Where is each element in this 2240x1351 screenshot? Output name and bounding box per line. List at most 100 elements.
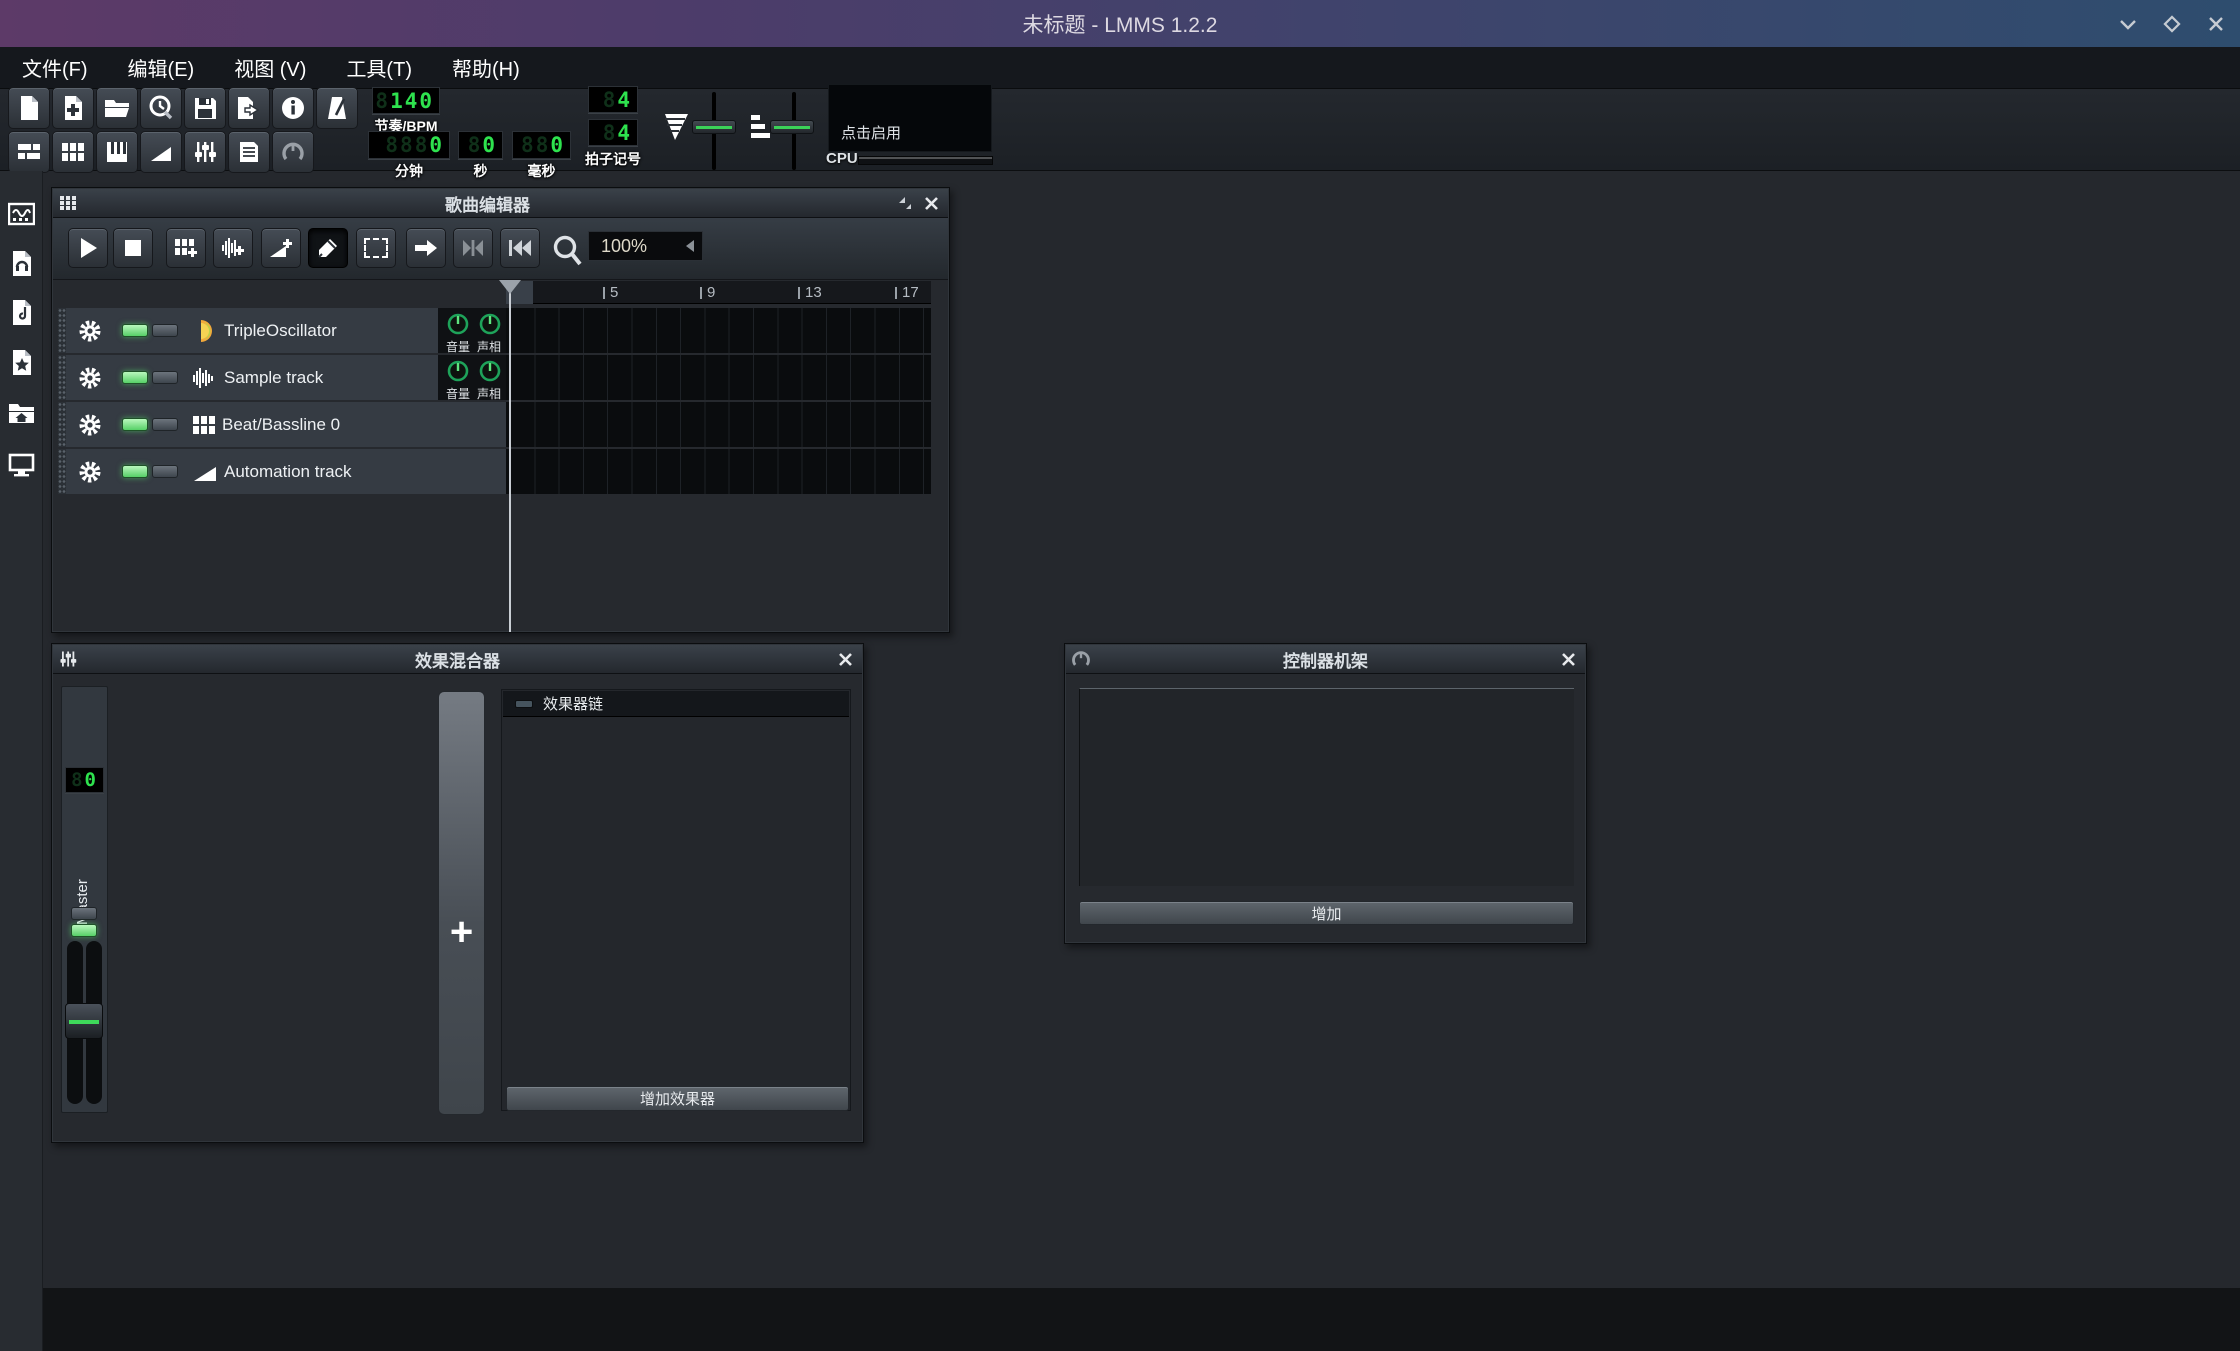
track-mute-led[interactable]	[122, 371, 148, 384]
pan-knob[interactable]	[478, 312, 502, 336]
track-mute-led[interactable]	[122, 465, 148, 478]
track-name[interactable]: Beat/Bassline 0	[222, 415, 340, 435]
sidebar-item-samples[interactable]	[8, 250, 35, 277]
follow-playback-button[interactable]	[406, 228, 446, 268]
track-mute-led[interactable]	[122, 418, 148, 431]
track-segment-area[interactable]	[506, 449, 931, 494]
fx-channel-master[interactable]: 80 Master	[61, 686, 108, 1113]
toggle-automation-editor-button[interactable]	[140, 131, 182, 173]
menu-file[interactable]: 文件(F)	[16, 49, 94, 86]
track-header-tripleoscillator[interactable]: TripleOscillator	[66, 308, 438, 353]
fx-mixer-close-button[interactable]	[832, 647, 858, 671]
toggle-piano-roll-button[interactable]	[96, 131, 138, 173]
sample-track-icon[interactable]	[192, 365, 218, 391]
metronome-button[interactable]	[316, 87, 358, 129]
add-automation-track-button[interactable]	[261, 228, 301, 268]
timesig-denominator-display[interactable]: 84	[588, 119, 638, 146]
track-segment-area[interactable]	[506, 308, 931, 353]
timeline[interactable]: 5 9 13 17	[506, 281, 931, 304]
track-solo-led[interactable]	[152, 465, 178, 478]
bpm-display[interactable]: 8140	[372, 87, 440, 114]
sidebar-item-presets[interactable]	[8, 349, 35, 376]
track-header-sample-track[interactable]: Sample track	[66, 355, 438, 400]
song-editor-close-button[interactable]	[918, 191, 944, 215]
timesig-numerator-display[interactable]: 84	[588, 86, 638, 113]
master-fader[interactable]	[65, 1003, 103, 1039]
toggle-controller-rack-button[interactable]	[272, 131, 314, 173]
add-bb-track-button[interactable]	[166, 228, 206, 268]
sidebar-item-computer[interactable]	[8, 451, 35, 478]
new-project-button[interactable]	[8, 87, 50, 129]
controller-rack-titlebar[interactable]: 控制器机架	[1066, 645, 1585, 674]
project-notes-button[interactable]	[228, 131, 270, 173]
track-segment-area[interactable]	[506, 355, 931, 400]
maximize-button[interactable]	[2156, 8, 2188, 40]
sidebar-item-home[interactable]	[8, 399, 35, 426]
track-name[interactable]: Sample track	[224, 368, 323, 388]
controller-rack-close-button[interactable]	[1555, 647, 1581, 671]
gear-icon[interactable]	[78, 413, 102, 437]
track-name[interactable]: Automation track	[224, 462, 352, 482]
fx-chain-enable-led[interactable]	[515, 700, 533, 708]
menu-view[interactable]: 视图 (V)	[228, 49, 312, 86]
track-solo-led[interactable]	[152, 324, 178, 337]
instrument-icon[interactable]	[192, 318, 218, 344]
open-project-button[interactable]	[96, 87, 138, 129]
toggle-song-editor-button[interactable]	[8, 131, 50, 173]
project-info-button[interactable]	[272, 87, 314, 129]
toggle-bb-editor-button[interactable]	[52, 131, 94, 173]
add-controller-button[interactable]: 增加	[1079, 901, 1574, 925]
master-pitch-slider[interactable]	[770, 120, 814, 134]
add-fx-channel-button[interactable]: +	[438, 691, 485, 1115]
track-header-automation[interactable]: Automation track	[66, 449, 506, 494]
volume-knob[interactable]	[446, 359, 470, 383]
new-from-template-button[interactable]	[52, 87, 94, 129]
save-project-button[interactable]	[184, 87, 226, 129]
bb-track-icon[interactable]	[192, 413, 216, 437]
gear-icon[interactable]	[78, 366, 102, 390]
track-drag-grip[interactable]	[58, 449, 66, 494]
rewind-button[interactable]	[500, 228, 540, 268]
automation-track-icon[interactable]	[192, 460, 218, 484]
track-solo-led[interactable]	[152, 371, 178, 384]
add-effect-button[interactable]: 增加效果器	[506, 1086, 849, 1111]
menu-edit[interactable]: 编辑(E)	[122, 49, 201, 86]
track-solo-led[interactable]	[152, 418, 178, 431]
output-visualizer[interactable]: 点击启用	[828, 84, 992, 152]
draw-mode-button[interactable]	[308, 228, 348, 268]
fx-mixer-titlebar[interactable]: 效果混合器	[53, 645, 862, 674]
track-drag-grip[interactable]	[58, 402, 66, 447]
minimize-button[interactable]	[2112, 8, 2144, 40]
track-drag-grip[interactable]	[58, 308, 66, 353]
song-editor-restore-button[interactable]	[892, 191, 918, 215]
master-solo-led[interactable]	[71, 907, 97, 920]
pan-knob[interactable]	[478, 359, 502, 383]
track-segment-area[interactable]	[506, 402, 931, 447]
track-mute-led[interactable]	[122, 324, 148, 337]
sidebar-item-projects[interactable]	[8, 299, 35, 326]
gear-icon[interactable]	[78, 319, 102, 343]
playhead-marker[interactable]	[499, 280, 521, 294]
menu-tools[interactable]: 工具(T)	[340, 49, 418, 86]
volume-knob[interactable]	[446, 312, 470, 336]
play-button[interactable]	[68, 228, 108, 268]
gear-icon[interactable]	[78, 460, 102, 484]
fx-chain-header[interactable]: 效果器链	[503, 691, 849, 717]
menu-help[interactable]: 帮助(H)	[446, 49, 526, 86]
export-project-button[interactable]	[228, 87, 270, 129]
toggle-fx-mixer-button[interactable]	[184, 131, 226, 173]
track-name[interactable]: TripleOscillator	[224, 321, 337, 341]
song-editor-titlebar[interactable]: 歌曲编辑器	[53, 189, 948, 218]
add-sample-track-button[interactable]	[213, 228, 253, 268]
recently-opened-button[interactable]	[140, 87, 182, 129]
zoom-level-control[interactable]: 100%	[588, 231, 703, 261]
window-titlebar[interactable]: 未标题 - LMMS 1.2.2	[0, 0, 2240, 47]
track-drag-grip[interactable]	[58, 355, 66, 400]
stop-button[interactable]	[113, 228, 153, 268]
track-header-bb0[interactable]: Beat/Bassline 0	[66, 402, 506, 447]
keep-stopped-position-button[interactable]	[453, 228, 493, 268]
master-volume-slider[interactable]	[692, 120, 736, 134]
controller-list[interactable]	[1079, 688, 1574, 886]
master-mute-led[interactable]	[71, 924, 97, 937]
edit-mode-button[interactable]	[356, 228, 396, 268]
